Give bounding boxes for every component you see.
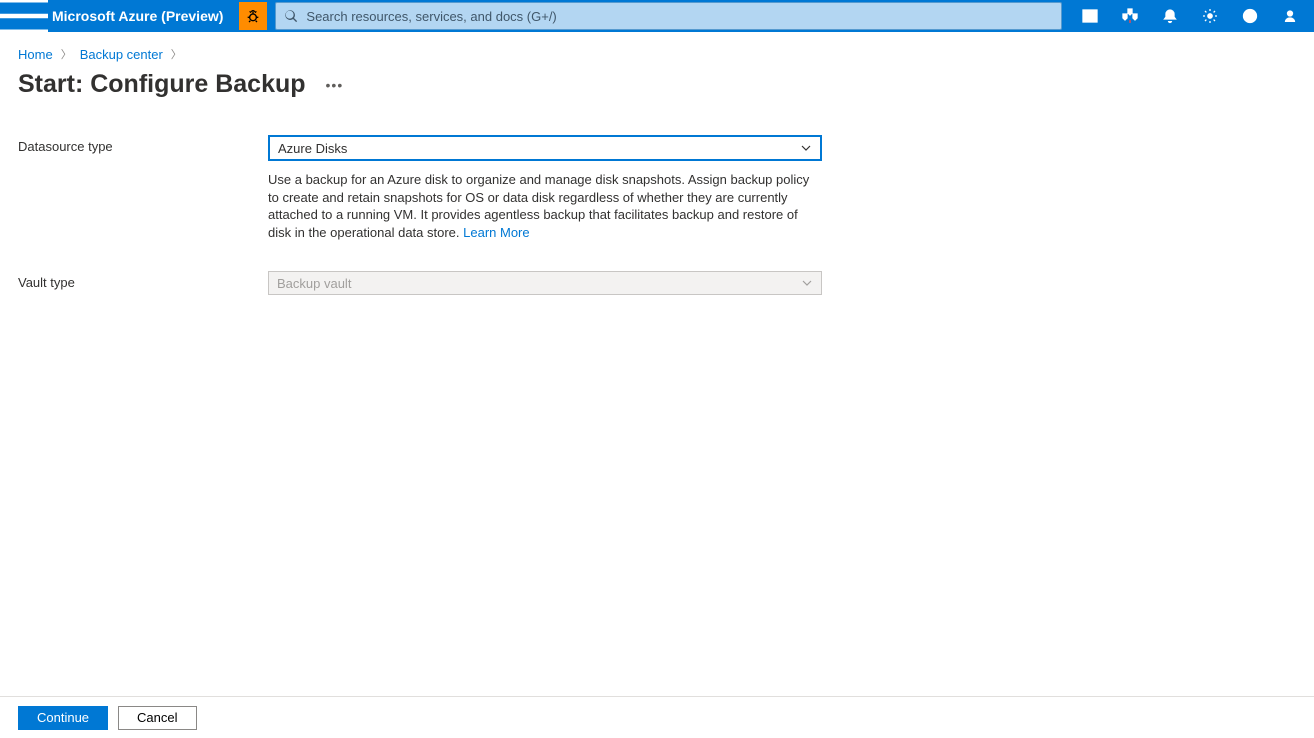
directory-filter-icon[interactable] (1110, 0, 1150, 32)
cloud-shell-icon[interactable] (1070, 0, 1110, 32)
datasource-type-value: Azure Disks (278, 141, 347, 156)
page-title-row: Start: Configure Backup ••• (18, 70, 1296, 99)
vault-type-value: Backup vault (277, 276, 351, 291)
breadcrumb: Home 〉 Backup center 〉 (18, 46, 1296, 62)
more-actions-button[interactable]: ••• (326, 77, 344, 93)
search-input[interactable] (306, 9, 1053, 24)
top-navigation-bar: Microsoft Azure (Preview) (0, 0, 1314, 32)
breadcrumb-home[interactable]: Home (18, 47, 53, 62)
datasource-type-select[interactable]: Azure Disks (268, 135, 822, 161)
top-icon-bar (1070, 0, 1314, 32)
footer-action-bar: Continue Cancel (0, 696, 1314, 738)
vault-type-select: Backup vault (268, 271, 822, 295)
main-content: Home 〉 Backup center 〉 Start: Configure … (0, 32, 1314, 696)
chevron-down-icon (800, 142, 812, 154)
vault-type-row: Vault type Backup vault (18, 271, 1296, 295)
datasource-type-label: Datasource type (18, 135, 268, 154)
vault-type-label: Vault type (18, 271, 268, 290)
help-icon[interactable] (1230, 0, 1270, 32)
datasource-type-row: Datasource type Azure Disks Use a backup… (18, 135, 1296, 259)
feedback-icon[interactable] (1270, 0, 1310, 32)
global-search[interactable] (275, 2, 1062, 30)
breadcrumb-separator: 〉 (171, 46, 182, 62)
brand-title[interactable]: Microsoft Azure (Preview) (48, 8, 233, 24)
notifications-icon[interactable] (1150, 0, 1190, 32)
menu-toggle-button[interactable] (0, 0, 48, 32)
breadcrumb-separator: 〉 (61, 46, 72, 62)
preview-bug-icon[interactable] (239, 2, 267, 30)
breadcrumb-backup-center[interactable]: Backup center (80, 47, 163, 62)
page-title: Start: Configure Backup (18, 70, 306, 99)
continue-button[interactable]: Continue (18, 706, 108, 730)
learn-more-link[interactable]: Learn More (463, 225, 529, 240)
chevron-down-icon (801, 277, 813, 289)
cancel-button[interactable]: Cancel (118, 706, 196, 730)
datasource-description: Use a backup for an Azure disk to organi… (268, 171, 822, 241)
settings-gear-icon[interactable] (1190, 0, 1230, 32)
